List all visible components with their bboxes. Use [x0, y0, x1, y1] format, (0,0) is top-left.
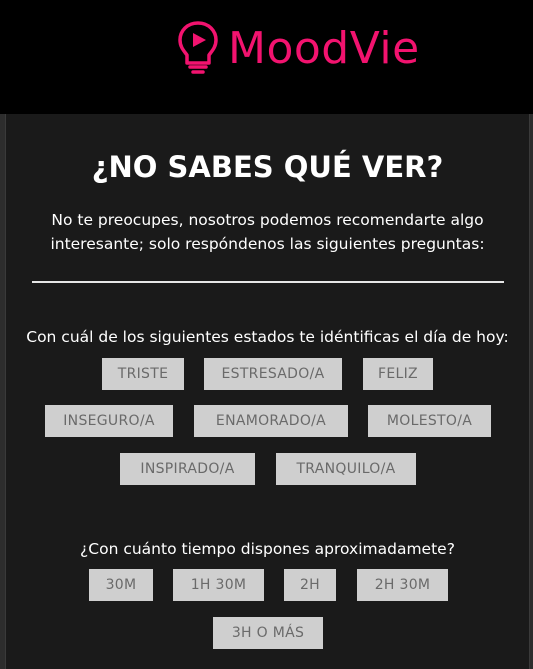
mood-option-tranquilo[interactable]: TRANQUILO/A [276, 453, 416, 485]
time-option-30m[interactable]: 30M [89, 569, 153, 601]
mood-option-molesto[interactable]: MOLESTO/A [368, 405, 491, 437]
mood-option-inseguro[interactable]: INSEGURO/A [45, 405, 173, 437]
logo[interactable]: MoodVie [176, 20, 420, 76]
mood-option-enamorado[interactable]: ENAMORADO/A [194, 405, 348, 437]
main-panel: ¿NO SABES QUÉ VER? No te preocupes, noso… [5, 114, 530, 669]
mood-question-label: Con cuál de los siguientes estados te id… [26, 328, 509, 346]
time-option-1h30m[interactable]: 1H 30M [173, 569, 264, 601]
brand-name: MoodVie [228, 22, 420, 74]
time-question-label: ¿Con cuánto tiempo dispones aproximadame… [80, 540, 455, 558]
mood-option-inspirado[interactable]: INSPIRADO/A [120, 453, 255, 485]
page-subtitle: No te preocupes, nosotros podemos recome… [50, 211, 485, 253]
lightbulb-play-icon [176, 20, 220, 76]
divider [32, 281, 504, 283]
page-title: ¿NO SABES QUÉ VER? [91, 150, 444, 184]
time-option-2h[interactable]: 2H [284, 569, 336, 601]
mood-option-triste[interactable]: TRISTE [102, 358, 184, 390]
time-option-3h-o-mas[interactable]: 3H O MÁS [213, 617, 323, 649]
time-option-2h30m[interactable]: 2H 30M [357, 569, 448, 601]
mood-option-estresado[interactable]: ESTRESADO/A [204, 358, 342, 390]
header: MoodVie [0, 0, 533, 114]
mood-option-feliz[interactable]: FELIZ [363, 358, 433, 390]
